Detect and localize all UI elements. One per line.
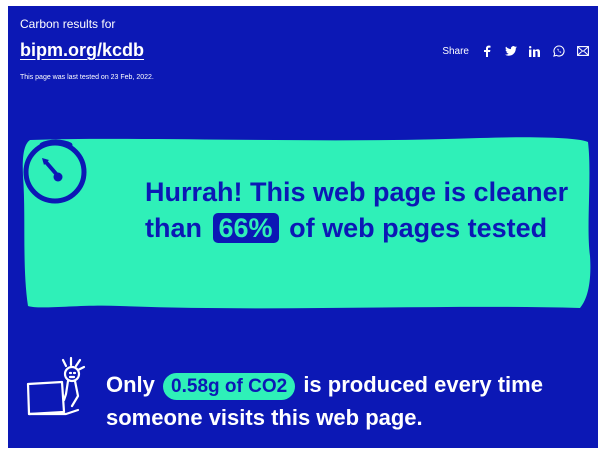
facebook-icon[interactable] [481,45,493,57]
person-at-laptop-illustration [26,356,86,416]
co2-amount-badge: 0.58g of CO2 [163,373,296,400]
emissions-before: Only [106,372,155,397]
email-icon[interactable] [577,45,589,57]
tested-site-link[interactable]: bipm.org/kcdb [20,40,144,61]
share-label: Share [442,45,469,57]
headline-after: of web pages tested [289,213,548,243]
results-panel: Carbon results for bipm.org/kcdb This pa… [8,6,598,448]
share-bar: Share [442,45,589,57]
emissions-statement: Only 0.58g of CO2 is produced every time… [106,368,576,434]
results-eyebrow: Carbon results for [20,17,116,31]
stopwatch-icon [23,139,87,204]
result-highlight-card: Hurrah! This web page is cleaner than 66… [20,136,592,312]
whatsapp-icon[interactable] [553,45,565,57]
last-tested-note: This page was last tested on 23 Feb, 202… [20,74,154,81]
twitter-icon[interactable] [505,45,517,57]
cleaner-than-headline: Hurrah! This web page is cleaner than 66… [145,174,585,246]
linkedin-icon[interactable] [529,45,541,57]
percentage-badge: 66% [212,213,279,243]
